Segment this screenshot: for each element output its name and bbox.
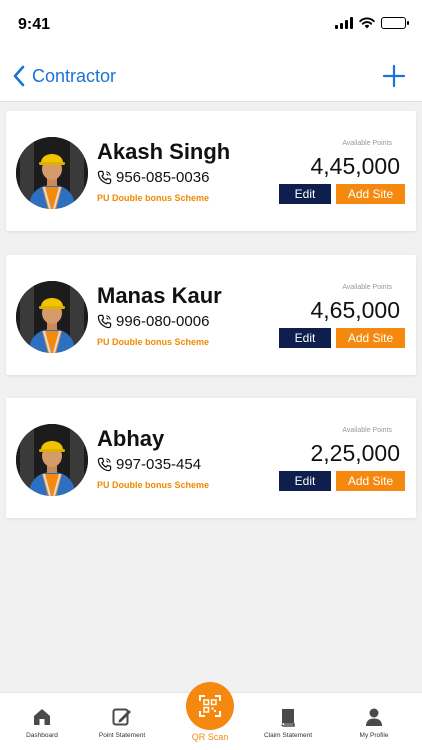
signal-icon — [335, 17, 353, 29]
header: Contractor — [0, 50, 422, 102]
plus-icon — [382, 64, 406, 88]
points-value: 4,65,000 — [310, 297, 400, 323]
user-icon — [366, 708, 382, 726]
phone-number: 996-080-0006 — [116, 313, 210, 330]
contractor-phone: 997-035-454 — [97, 456, 201, 473]
contractor-card[interactable]: Manas Kaur 996-080-0006 PU Double bonus … — [6, 255, 416, 375]
tab-my-profile[interactable]: My Profile — [332, 707, 416, 739]
avatar — [16, 281, 88, 353]
avatar — [16, 424, 88, 496]
status-icons — [335, 17, 409, 29]
points-value: 2,25,000 — [310, 440, 400, 466]
points-value: 4,45,000 — [310, 153, 400, 179]
contractor-name: Akash Singh — [97, 139, 231, 164]
phone-icon — [97, 457, 112, 472]
scheme-label: PU Double bonus Scheme — [97, 193, 210, 203]
edit-button[interactable]: Edit — [279, 184, 331, 204]
points-label: Available Points — [342, 427, 392, 434]
contractor-card[interactable]: Akash Singh 956-085-0036 PU Double bonus… — [6, 111, 416, 231]
home-icon — [34, 709, 50, 725]
qr-code-icon — [199, 695, 221, 717]
tab-label: Dashboard — [26, 732, 58, 739]
edit-button[interactable]: Edit — [279, 471, 331, 491]
tab-label: My Profile — [359, 732, 389, 739]
contractor-phone: 956-085-0036 — [97, 169, 209, 186]
tab-label: Claim Statement — [263, 732, 313, 739]
tab-claim-statement[interactable]: Claim Statement — [246, 707, 330, 739]
contractor-phone: 996-080-0006 — [97, 313, 209, 330]
edit-button[interactable]: Edit — [279, 328, 331, 348]
contractor-name: Abhay — [97, 426, 165, 451]
tab-point-statement[interactable]: Point Statement — [80, 707, 164, 739]
status-time: 9:41 — [18, 16, 51, 33]
wifi-icon — [359, 17, 375, 29]
contractor-name: Manas Kaur — [97, 283, 222, 308]
phone-icon — [97, 170, 112, 185]
book-icon — [281, 709, 295, 727]
tab-label: Point Statement — [98, 732, 146, 739]
tab-dashboard[interactable]: Dashboard — [0, 707, 84, 739]
qr-scan-button[interactable] — [186, 682, 234, 730]
phone-number: 997-035-454 — [116, 456, 202, 473]
points-label: Available Points — [342, 284, 392, 291]
edit-note-icon — [112, 708, 131, 726]
chevron-left-icon — [13, 65, 25, 87]
add-site-button[interactable]: Add Site — [336, 184, 405, 204]
phone-number: 956-085-0036 — [116, 169, 210, 186]
scheme-label: PU Double bonus Scheme — [97, 480, 210, 490]
contractor-card[interactable]: Abhay 997-035-454 PU Double bonus Scheme… — [6, 398, 416, 518]
scheme-label: PU Double bonus Scheme — [97, 337, 210, 347]
add-contractor-button[interactable] — [382, 64, 406, 93]
phone-icon — [97, 314, 112, 329]
points-label: Available Points — [342, 140, 392, 147]
add-site-button[interactable]: Add Site — [336, 328, 405, 348]
battery-icon — [381, 17, 409, 29]
back-button[interactable]: Contractor — [12, 64, 116, 88]
add-site-button[interactable]: Add Site — [336, 471, 405, 491]
page-title: Contractor — [32, 65, 117, 86]
avatar — [16, 137, 88, 209]
qr-scan-label: QR Scan — [191, 732, 229, 742]
status-bar: 9:41 — [0, 0, 422, 50]
